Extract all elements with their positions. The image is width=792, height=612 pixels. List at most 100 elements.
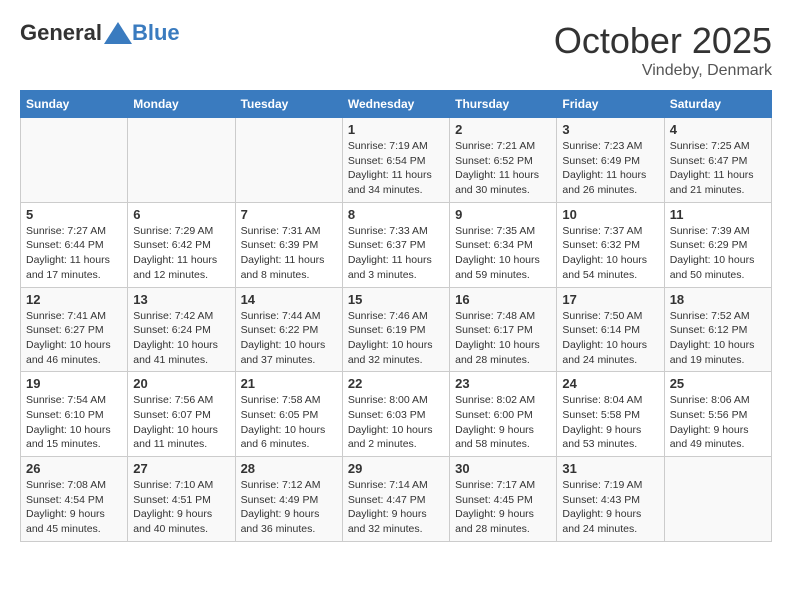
calendar-cell <box>21 118 128 203</box>
day-number: 10 <box>562 207 658 222</box>
day-number: 5 <box>26 207 122 222</box>
day-info: Sunrise: 7:31 AM Sunset: 6:39 PM Dayligh… <box>241 224 337 283</box>
day-number: 11 <box>670 207 766 222</box>
day-number: 13 <box>133 292 229 307</box>
day-number: 2 <box>455 122 551 137</box>
day-info: Sunrise: 7:08 AM Sunset: 4:54 PM Dayligh… <box>26 478 122 537</box>
calendar-cell <box>128 118 235 203</box>
calendar-cell: 18 Sunrise: 7:52 AM Sunset: 6:12 PM Dayli… <box>664 287 771 372</box>
calendar-cell: 22 Sunrise: 8:00 AM Sunset: 6:03 PM Dayli… <box>342 372 449 457</box>
day-info: Sunrise: 7:42 AM Sunset: 6:24 PM Dayligh… <box>133 309 229 368</box>
calendar-cell: 3 Sunrise: 7:23 AM Sunset: 6:49 PM Daylig… <box>557 118 664 203</box>
calendar-cell: 29 Sunrise: 7:14 AM Sunset: 4:47 PM Dayli… <box>342 457 449 542</box>
header-tuesday: Tuesday <box>235 91 342 118</box>
day-info: Sunrise: 8:02 AM Sunset: 6:00 PM Dayligh… <box>455 393 551 452</box>
calendar-cell <box>664 457 771 542</box>
day-number: 31 <box>562 461 658 476</box>
day-info: Sunrise: 7:41 AM Sunset: 6:27 PM Dayligh… <box>26 309 122 368</box>
day-number: 28 <box>241 461 337 476</box>
day-info: Sunrise: 7:12 AM Sunset: 4:49 PM Dayligh… <box>241 478 337 537</box>
day-number: 24 <box>562 376 658 391</box>
title-block: October 2025 Vindeby, Denmark <box>554 20 772 80</box>
header-wednesday: Wednesday <box>342 91 449 118</box>
day-info: Sunrise: 7:37 AM Sunset: 6:32 PM Dayligh… <box>562 224 658 283</box>
calendar-cell: 26Sunrise: 7:08 AM Sunset: 4:54 PM Dayli… <box>21 457 128 542</box>
day-number: 15 <box>348 292 444 307</box>
day-number: 23 <box>455 376 551 391</box>
calendar-cell: 2 Sunrise: 7:21 AM Sunset: 6:52 PM Daylig… <box>450 118 557 203</box>
calendar-week-1: 1 Sunrise: 7:19 AM Sunset: 6:54 PM Daylig… <box>21 118 772 203</box>
calendar-cell: 27 Sunrise: 7:10 AM Sunset: 4:51 PM Dayli… <box>128 457 235 542</box>
header-sunday: Sunday <box>21 91 128 118</box>
day-number: 18 <box>670 292 766 307</box>
day-info: Sunrise: 7:14 AM Sunset: 4:47 PM Dayligh… <box>348 478 444 537</box>
day-info: Sunrise: 7:48 AM Sunset: 6:17 PM Dayligh… <box>455 309 551 368</box>
day-info: Sunrise: 7:21 AM Sunset: 6:52 PM Dayligh… <box>455 139 551 198</box>
day-number: 22 <box>348 376 444 391</box>
day-info: Sunrise: 7:33 AM Sunset: 6:37 PM Dayligh… <box>348 224 444 283</box>
header-monday: Monday <box>128 91 235 118</box>
calendar-cell: 20 Sunrise: 7:56 AM Sunset: 6:07 PM Dayli… <box>128 372 235 457</box>
calendar-cell: 1 Sunrise: 7:19 AM Sunset: 6:54 PM Daylig… <box>342 118 449 203</box>
day-info: Sunrise: 8:00 AM Sunset: 6:03 PM Dayligh… <box>348 393 444 452</box>
calendar-cell: 25Sunrise: 8:06 AM Sunset: 5:56 PM Dayli… <box>664 372 771 457</box>
calendar-cell: 15 Sunrise: 7:46 AM Sunset: 6:19 PM Dayli… <box>342 287 449 372</box>
calendar-cell: 30Sunrise: 7:17 AM Sunset: 4:45 PM Dayli… <box>450 457 557 542</box>
day-number: 29 <box>348 461 444 476</box>
day-info: Sunrise: 7:27 AM Sunset: 6:44 PM Dayligh… <box>26 224 122 283</box>
calendar-cell: 23 Sunrise: 8:02 AM Sunset: 6:00 PM Dayli… <box>450 372 557 457</box>
day-number: 9 <box>455 207 551 222</box>
calendar-week-5: 26Sunrise: 7:08 AM Sunset: 4:54 PM Dayli… <box>21 457 772 542</box>
day-number: 1 <box>348 122 444 137</box>
day-info: Sunrise: 8:06 AM Sunset: 5:56 PM Dayligh… <box>670 393 766 452</box>
day-info: Sunrise: 7:56 AM Sunset: 6:07 PM Dayligh… <box>133 393 229 452</box>
day-info: Sunrise: 7:19 AM Sunset: 6:54 PM Dayligh… <box>348 139 444 198</box>
day-info: Sunrise: 7:10 AM Sunset: 4:51 PM Dayligh… <box>133 478 229 537</box>
header-friday: Friday <box>557 91 664 118</box>
day-number: 20 <box>133 376 229 391</box>
day-number: 14 <box>241 292 337 307</box>
day-info: Sunrise: 7:50 AM Sunset: 6:14 PM Dayligh… <box>562 309 658 368</box>
day-info: Sunrise: 7:54 AM Sunset: 6:10 PM Dayligh… <box>26 393 122 452</box>
day-number: 4 <box>670 122 766 137</box>
logo-blue-text: Blue <box>132 20 180 46</box>
location-title: Vindeby, Denmark <box>554 62 772 80</box>
day-number: 16 <box>455 292 551 307</box>
logo-general-text: General <box>20 20 102 46</box>
calendar-week-2: 5 Sunrise: 7:27 AM Sunset: 6:44 PM Daylig… <box>21 202 772 287</box>
page-header: General Blue October 2025 Vindeby, Denma… <box>20 20 772 80</box>
day-info: Sunrise: 7:39 AM Sunset: 6:29 PM Dayligh… <box>670 224 766 283</box>
calendar-cell: 17 Sunrise: 7:50 AM Sunset: 6:14 PM Dayli… <box>557 287 664 372</box>
day-info: Sunrise: 7:19 AM Sunset: 4:43 PM Dayligh… <box>562 478 658 537</box>
header-thursday: Thursday <box>450 91 557 118</box>
day-info: Sunrise: 7:52 AM Sunset: 6:12 PM Dayligh… <box>670 309 766 368</box>
day-info: Sunrise: 7:35 AM Sunset: 6:34 PM Dayligh… <box>455 224 551 283</box>
calendar-cell: 6Sunrise: 7:29 AM Sunset: 6:42 PM Daylig… <box>128 202 235 287</box>
calendar-table: SundayMondayTuesdayWednesdayThursdayFrid… <box>20 90 772 542</box>
calendar-week-3: 12Sunrise: 7:41 AM Sunset: 6:27 PM Dayli… <box>21 287 772 372</box>
calendar-cell: 14Sunrise: 7:44 AM Sunset: 6:22 PM Dayli… <box>235 287 342 372</box>
day-number: 7 <box>241 207 337 222</box>
day-number: 27 <box>133 461 229 476</box>
day-info: Sunrise: 7:17 AM Sunset: 4:45 PM Dayligh… <box>455 478 551 537</box>
header-saturday: Saturday <box>664 91 771 118</box>
calendar-header-row: SundayMondayTuesdayWednesdayThursdayFrid… <box>21 91 772 118</box>
logo-icon <box>104 22 132 44</box>
calendar-week-4: 19Sunrise: 7:54 AM Sunset: 6:10 PM Dayli… <box>21 372 772 457</box>
month-title: October 2025 <box>554 20 772 62</box>
calendar-cell: 8Sunrise: 7:33 AM Sunset: 6:37 PM Daylig… <box>342 202 449 287</box>
day-info: Sunrise: 7:23 AM Sunset: 6:49 PM Dayligh… <box>562 139 658 198</box>
day-number: 3 <box>562 122 658 137</box>
day-info: Sunrise: 7:29 AM Sunset: 6:42 PM Dayligh… <box>133 224 229 283</box>
calendar-cell: 10 Sunrise: 7:37 AM Sunset: 6:32 PM Dayli… <box>557 202 664 287</box>
day-info: Sunrise: 7:58 AM Sunset: 6:05 PM Dayligh… <box>241 393 337 452</box>
day-number: 17 <box>562 292 658 307</box>
calendar-cell: 21Sunrise: 7:58 AM Sunset: 6:05 PM Dayli… <box>235 372 342 457</box>
calendar-cell <box>235 118 342 203</box>
calendar-cell: 12Sunrise: 7:41 AM Sunset: 6:27 PM Dayli… <box>21 287 128 372</box>
calendar-cell: 13 Sunrise: 7:42 AM Sunset: 6:24 PM Dayli… <box>128 287 235 372</box>
calendar-cell: 7 Sunrise: 7:31 AM Sunset: 6:39 PM Daylig… <box>235 202 342 287</box>
day-info: Sunrise: 7:46 AM Sunset: 6:19 PM Dayligh… <box>348 309 444 368</box>
calendar-cell: 31 Sunrise: 7:19 AM Sunset: 4:43 PM Dayli… <box>557 457 664 542</box>
day-info: Sunrise: 8:04 AM Sunset: 5:58 PM Dayligh… <box>562 393 658 452</box>
